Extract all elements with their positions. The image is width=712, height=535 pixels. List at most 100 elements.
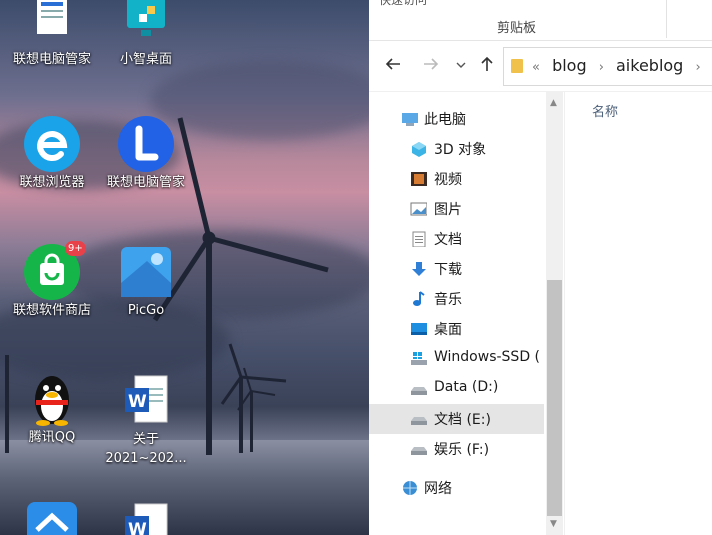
documents-icon <box>412 231 426 247</box>
nav-item-label: Data (D:) <box>434 379 499 395</box>
breadcrumb: « blog › aikeblog › so <box>532 56 712 75</box>
nav-item-videos[interactable]: 视频 <box>369 164 544 194</box>
monitor-icon <box>117 0 175 50</box>
arrow-right-icon <box>424 58 439 70</box>
word-document-icon: W <box>117 500 175 535</box>
nav-item-label: 此电脑 <box>424 112 466 128</box>
desktop: 联想电脑管家 小智桌面 联想浏览器 联想电脑管家 9+ 联想软件商店 PicGo <box>0 0 369 535</box>
nav-item-this-pc[interactable]: 此电脑 <box>369 104 544 134</box>
nav-item-label: Windows-SSD ( <box>434 349 541 365</box>
scroll-up-arrow-icon[interactable]: ▲ <box>550 98 557 108</box>
lenovo-l-icon <box>117 115 175 173</box>
file-list-pane: 名称 <box>564 92 712 535</box>
forward-button[interactable] <box>421 55 441 78</box>
desktop-icon-label: 腾讯QQ <box>28 430 76 445</box>
nav-item-label: 音乐 <box>434 292 462 308</box>
desktop-icon-word-doc-2[interactable]: W <box>98 500 194 535</box>
nav-item-downloads[interactable]: 下载 <box>369 254 544 284</box>
arrow-up-icon <box>481 56 493 71</box>
app-icon <box>23 500 81 535</box>
shopping-bag-icon: 9+ <box>23 241 86 301</box>
nav-item-label: 3D 对象 <box>434 142 487 158</box>
drive-icon <box>411 447 427 455</box>
browser-e-icon <box>23 115 81 173</box>
ribbon-quick-access-label[interactable]: 快速访问 <box>379 0 427 8</box>
desktop-icon-word-doc[interactable]: W 关于 2021~202... <box>98 372 194 468</box>
picgo-icon <box>117 243 175 301</box>
pictures-icon <box>410 202 427 216</box>
scroll-down-arrow-icon[interactable]: ▼ <box>550 519 557 529</box>
notification-badge: 9+ <box>65 241 86 256</box>
chevron-down-icon <box>456 62 466 68</box>
desktop-icon-label-line2: 2021~202... <box>105 451 187 466</box>
desktop-icon-picgo[interactable]: PicGo <box>98 243 194 320</box>
desktop-icon-xiaozhi[interactable]: 小智桌面 <box>98 0 194 69</box>
nav-item-label: 文档 <box>434 232 462 248</box>
navigation-scrollbar[interactable]: ▲ ▼ <box>546 92 563 535</box>
drive-icon <box>411 417 427 425</box>
download-icon <box>412 262 426 276</box>
nav-item-label: 娱乐 (F:) <box>434 442 490 458</box>
address-bar[interactable]: « blog › aikeblog › so <box>503 47 712 86</box>
desktop-icon-label: PicGo <box>127 303 165 318</box>
nav-item-label: 下载 <box>434 262 462 278</box>
chevron-right-icon[interactable]: › <box>599 60 604 75</box>
pc-icon <box>402 113 418 126</box>
desktop-icon-lenovo-store[interactable]: 9+ 联想软件商店 <box>4 241 100 320</box>
svg-text:W: W <box>128 392 147 412</box>
desktop-icon-label: 关于 <box>132 432 159 447</box>
desktop-icon-label: 联想浏览器 <box>19 175 85 190</box>
desktop-icon-label: 联想电脑管家 <box>106 175 185 190</box>
nav-item-label: 视频 <box>434 172 462 188</box>
3d-objects-icon <box>412 142 426 157</box>
nav-item-documents-e[interactable]: 文档 (E:) <box>369 404 544 434</box>
address-toolbar: « blog › aikeblog › so <box>369 41 712 92</box>
nav-item-desktop[interactable]: 桌面 <box>369 314 544 344</box>
ribbon-group-clipboard: 剪贴板 <box>497 21 537 36</box>
document-icon <box>23 0 81 50</box>
scrollbar-thumb[interactable] <box>547 280 562 516</box>
nav-item-music[interactable]: 音乐 <box>369 284 544 314</box>
navigation-pane: 此电脑 3D 对象 视频 图片 文档 下载 音乐 桌面 Windows-SSD … <box>369 92 546 535</box>
drive-icon <box>411 387 427 395</box>
nav-item-label: 网络 <box>424 481 452 497</box>
nav-item-label: 桌面 <box>434 322 462 338</box>
network-icon <box>403 481 417 495</box>
nav-item-label: 图片 <box>434 202 462 218</box>
nav-item-windows-ssd[interactable]: Windows-SSD ( <box>369 344 544 374</box>
desktop-icon-app[interactable] <box>4 500 100 535</box>
chevron-right-icon[interactable]: › <box>695 60 700 75</box>
nav-item-data-d[interactable]: Data (D:) <box>369 374 544 404</box>
arrow-left-icon <box>385 58 400 70</box>
breadcrumb-item-blog[interactable]: blog <box>552 56 587 75</box>
desktop-icon-lenovo-manager[interactable]: 联想电脑管家 <box>98 115 194 192</box>
nav-item-3d-objects[interactable]: 3D 对象 <box>369 134 544 164</box>
ribbon-divider <box>666 0 667 38</box>
breadcrumb-overflow[interactable]: « <box>532 60 540 75</box>
desktop-icon-lenovo-browser[interactable]: 联想浏览器 <box>4 115 100 192</box>
back-button[interactable] <box>383 55 403 78</box>
up-button[interactable] <box>477 55 497 78</box>
file-explorer-window: 快速访问 剪贴板 « blog › aikeblog › so <box>369 0 712 535</box>
breadcrumb-item-aikeblog[interactable]: aikeblog <box>616 56 683 75</box>
desktop-icon-label: 联想电脑管家 <box>12 52 91 67</box>
nav-item-entertainment-f[interactable]: 娱乐 (F:) <box>369 434 544 464</box>
desktop-icon-label: 小智桌面 <box>119 52 172 67</box>
qq-penguin-icon <box>23 370 81 428</box>
recent-locations-button[interactable] <box>451 57 471 77</box>
desktop-icon-label: 联想软件商店 <box>12 303 91 318</box>
word-document-icon: W <box>117 372 175 430</box>
folder-icon <box>511 59 523 73</box>
nav-item-network[interactable]: 网络 <box>369 473 544 503</box>
video-icon <box>411 172 427 186</box>
column-header-name[interactable]: 名称 <box>592 101 618 120</box>
system-drive-icon <box>411 352 427 365</box>
nav-item-documents[interactable]: 文档 <box>369 224 544 254</box>
music-icon <box>413 291 425 306</box>
nav-item-label: 文档 (E:) <box>434 412 491 428</box>
svg-text:W: W <box>128 520 147 535</box>
nav-item-pictures[interactable]: 图片 <box>369 194 544 224</box>
desktop-icon-tencent-qq[interactable]: 腾讯QQ <box>4 370 100 447</box>
ribbon: 快速访问 剪贴板 <box>369 0 712 41</box>
desktop-icon-lenovo-manager-top[interactable]: 联想电脑管家 <box>4 0 100 69</box>
